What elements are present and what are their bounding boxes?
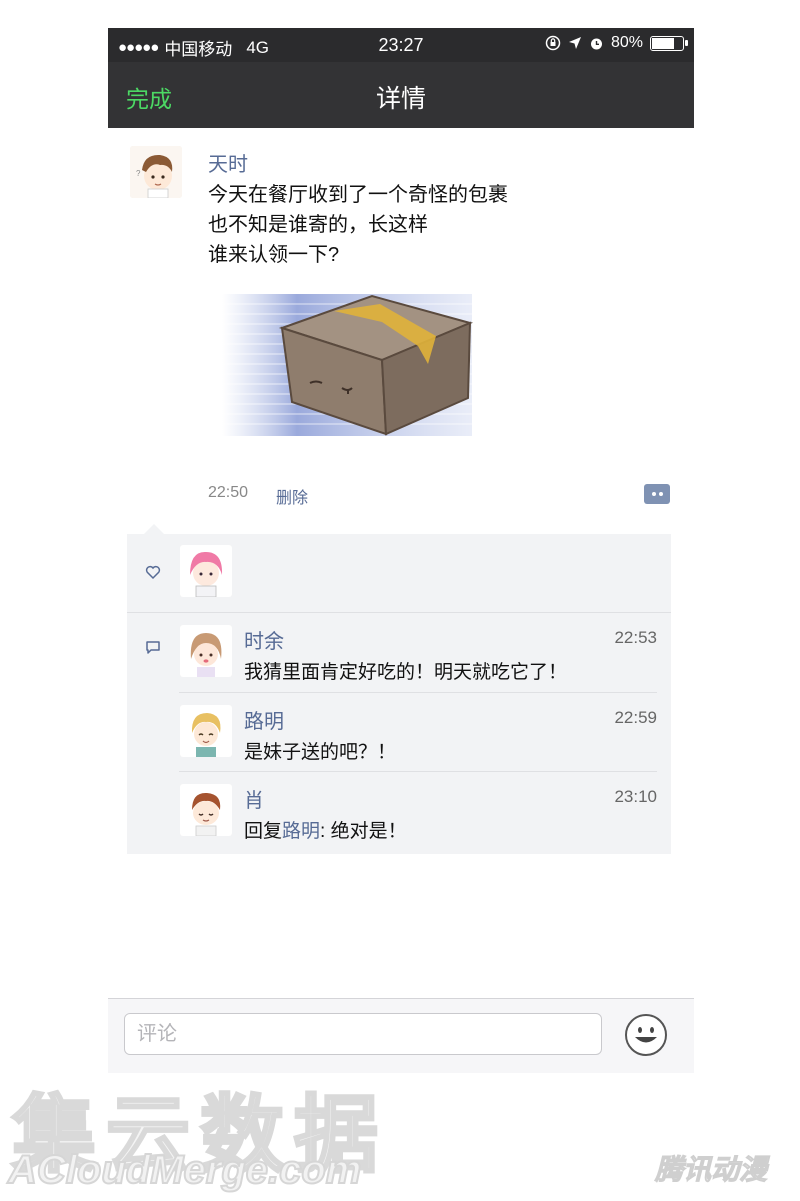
cardboard-box-illustration [222, 294, 474, 436]
post-author-name[interactable]: 天时 [208, 148, 248, 177]
post-line: 也不知是谁寄的，长这样 [208, 214, 428, 236]
emoji-smile-icon[interactable] [624, 1013, 668, 1057]
avatar-auburn-boy-icon [180, 784, 232, 836]
comment-time: 22:53 [614, 628, 657, 647]
comment-item[interactable]: 肖 23:10 回复路明: 绝对是！ [179, 771, 657, 851]
comment-text: 是妹子送的吧？！ [244, 742, 397, 763]
alarm-icon [590, 38, 602, 49]
battery-icon [650, 35, 688, 51]
avatar[interactable] [180, 784, 232, 836]
post-image[interactable] [222, 288, 486, 440]
reply-body: : 绝对是！ [320, 821, 407, 842]
comment-author[interactable]: 路明 [244, 705, 284, 734]
delete-button[interactable]: 删除 [276, 484, 308, 508]
comment-time: 22:59 [614, 708, 657, 727]
avatar-pink-hair-icon [180, 545, 232, 597]
avatar[interactable] [180, 625, 232, 677]
battery-percent: 80% [610, 34, 643, 51]
heart-icon [145, 565, 161, 580]
comment-item[interactable]: 路明 22:59 是妹子送的吧？！ [179, 692, 657, 772]
comment-item[interactable]: 时余 22:53 我猜里面肯定好吃的！明天就吃它了！ [179, 613, 657, 692]
post-text: 今天在餐厅收到了一个奇怪的包裹 也不知是谁寄的，长这样 谁来认领一下? [208, 180, 508, 270]
avatar[interactable] [180, 545, 232, 597]
interaction-panel: 时余 22:53 我猜里面肯定好吃的！明天就吃它了！ 路明 22:59 是妹子送… [127, 534, 671, 854]
svg-text:?: ? [136, 169, 141, 178]
reply-prefix: 回复 [244, 821, 283, 842]
post-line: 谁来认领一下? [208, 244, 340, 266]
location-arrow-icon [568, 37, 581, 49]
comment-time: 23:10 [614, 787, 657, 806]
reply-target-name[interactable]: 路明 [282, 821, 320, 842]
author-avatar-icon: ? [130, 146, 182, 198]
comment-text: 我猜里面肯定好吃的！明天就吃它了！ [244, 662, 568, 683]
phone-screen: ●●●●● 中国移动 4G 23:27 80% 完成 详情 ? 天时 今天在餐厅… [108, 28, 694, 1073]
comment-icon [146, 641, 160, 654]
comment-text: 回复路明: 绝对是！ [244, 816, 407, 843]
post-time: 22:50 [208, 484, 249, 501]
panel-arrow [144, 524, 164, 534]
page-title: 详情 [375, 85, 426, 113]
comment-input-bar [108, 998, 694, 1073]
watermark-tencent: 腾讯动漫 [654, 1154, 768, 1186]
avatar-brown-hair-girl-icon [180, 625, 232, 677]
comment-more-icon[interactable] [644, 484, 670, 504]
avatar[interactable]: ? [130, 146, 182, 198]
orientation-lock-icon [545, 35, 561, 51]
comment-author[interactable]: 时余 [244, 625, 284, 654]
avatar-blonde-boy-icon [180, 705, 232, 757]
watermark-en: ACloudMerge.com [7, 1147, 362, 1193]
comment-author[interactable]: 肖 [244, 784, 264, 813]
avatar[interactable] [180, 705, 232, 757]
status-bar: ●●●●● 中国移动 4G 23:27 80% [108, 28, 694, 62]
likes-row [127, 534, 671, 613]
comment-input[interactable] [124, 1013, 602, 1055]
post-line: 今天在餐厅收到了一个奇怪的包裹 [208, 184, 508, 206]
nav-bar: 完成 详情 [108, 62, 694, 128]
